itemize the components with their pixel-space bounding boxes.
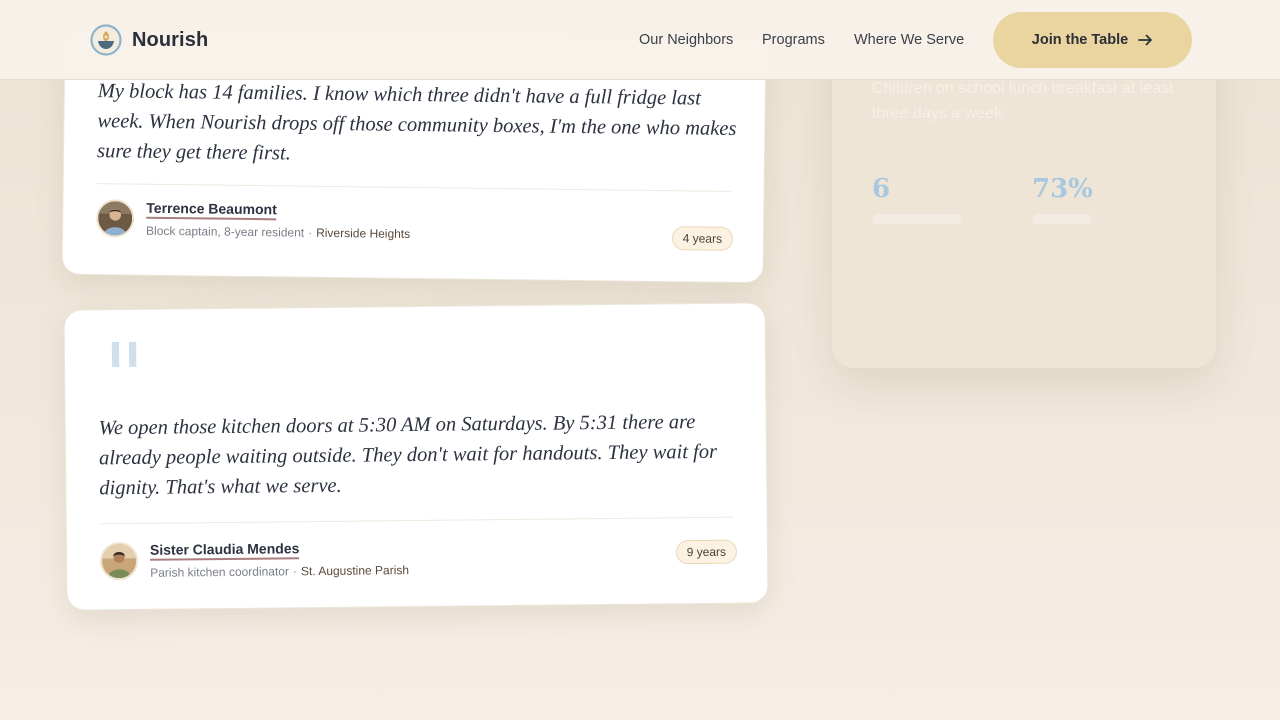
card-divider [99,516,734,525]
join-the-table-label: Join the Table [1031,32,1129,48]
testimonial-author: Terrence Beaumont Block captain, 8-year … [95,199,411,241]
card-divider [96,183,731,192]
meta-separator: · [292,564,298,579]
impact-stats-card: Children on school lunch breakfast at le… [832,30,1216,368]
testimonial-quote: We open those kitchen doors at 5:30 AM o… [98,411,718,500]
author-name-link[interactable]: Sister Claudia Mendes [149,540,300,561]
stat-caption-placeholder [872,214,962,224]
avatar [95,199,135,238]
author-role: Block captain, 8-year resident [145,223,305,240]
join-the-table-button[interactable]: Join the Table [993,12,1192,68]
author-role: Parish kitchen coordinator [150,564,290,580]
testimonial-card: " We open those kitchen doors at 5:30 AM… [63,302,769,611]
nav-link-where-we-serve[interactable]: Where We Serve [854,32,964,48]
avatar [99,541,139,581]
testimonial-quote: My block has 14 families. I know which t… [96,80,737,165]
brand-name: Nourish [132,28,209,51]
author-parish: St. Augustine Parish [300,563,410,579]
stat-caption-placeholder [1032,214,1092,224]
nourish-logo-icon [90,24,122,56]
nav-link-our-neighbors[interactable]: Our Neighbors [639,32,733,48]
stat-value-percentage: 73% [1032,174,1093,204]
quote-mark-icon: " [102,323,147,432]
top-navigation-bar: Nourish Our Neighbors Programs Where We … [0,0,1280,80]
meta-separator: · [308,225,313,240]
stat-description: Children on school lunch breakfast at le… [872,80,1174,122]
author-name-link[interactable]: Terrence Beaumont [146,199,277,221]
testimonial-author: Sister Claudia Mendes Parish kitchen coo… [99,539,410,581]
nav-link-programs[interactable]: Programs [762,32,825,48]
tenure-badge: 4 years [671,226,734,251]
stat-value-families: 6 [872,174,891,204]
brand-logo-link[interactable]: Nourish [90,24,208,56]
author-neighborhood: Riverside Heights [316,225,411,241]
arrow-right-icon [1138,34,1153,46]
person-photo-icon [98,201,133,236]
tenure-badge: 9 years [675,539,738,565]
person-photo-icon [101,543,137,579]
